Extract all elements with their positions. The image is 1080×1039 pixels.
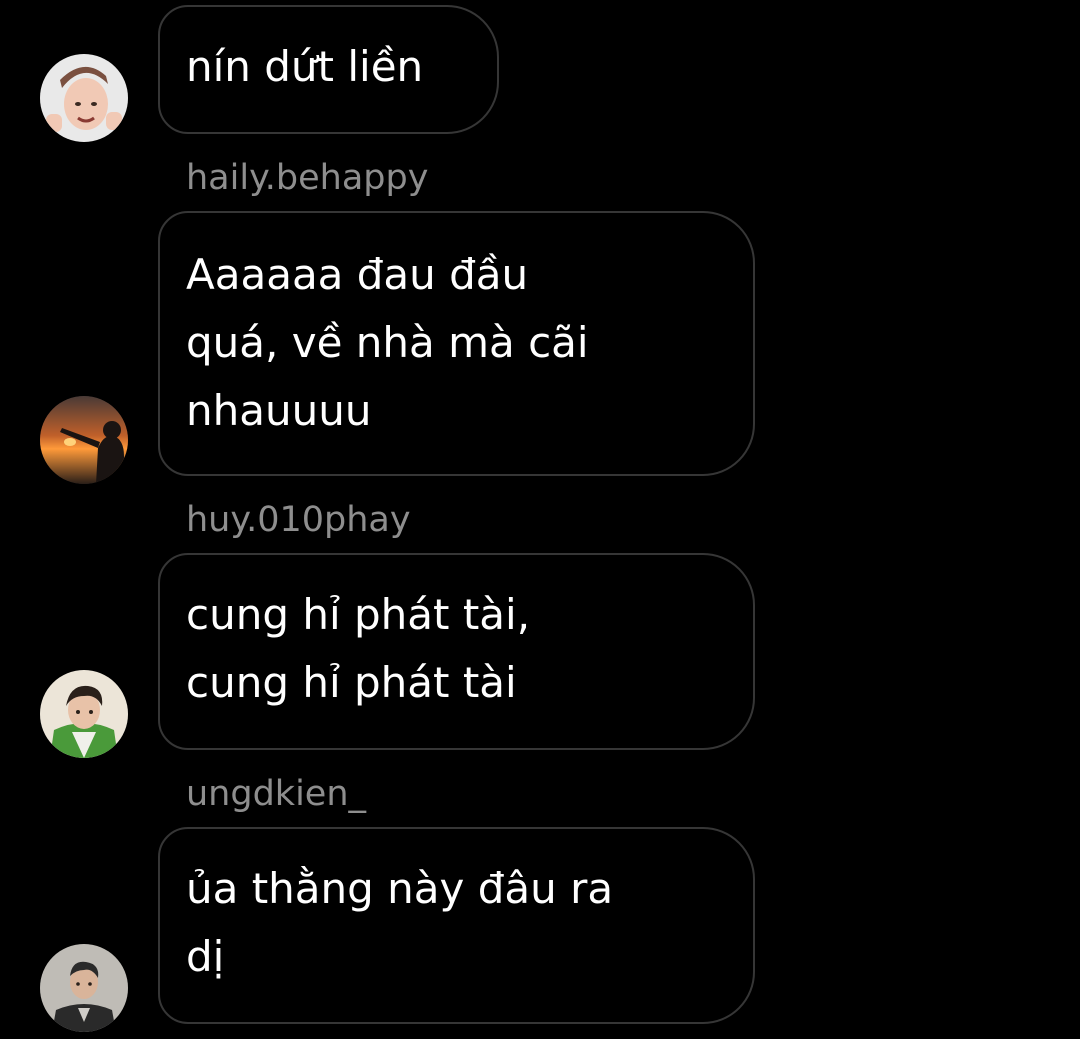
message-text: nín dứt liền (186, 42, 424, 91)
message-text: ủa thằng này đâu ra dị (186, 864, 614, 981)
avatar[interactable] (40, 396, 128, 484)
avatar[interactable] (40, 54, 128, 142)
message-bubble[interactable]: nín dứt liền (158, 5, 499, 134)
message-bubble[interactable]: ủa thằng này đâu ra dị (158, 827, 755, 1024)
user-avatar-icon (40, 54, 128, 142)
avatar[interactable] (40, 670, 128, 758)
message-text: cung hỉ phát tài, cung hỉ phát tài (186, 590, 531, 707)
user-avatar-icon (40, 944, 128, 1032)
user-avatar-icon (40, 396, 128, 484)
message-bubble[interactable]: cung hỉ phát tài, cung hỉ phát tài (158, 553, 755, 750)
avatar[interactable] (40, 944, 128, 1032)
username[interactable]: haily.behappy (186, 156, 428, 200)
message-bubble[interactable]: Aaaaaa đau đầu quá, về nhà mà cãi nhauuu… (158, 211, 755, 476)
username[interactable]: huy.010phay (186, 498, 411, 542)
username[interactable]: ungdkien_ (186, 772, 366, 816)
message-text: Aaaaaa đau đầu quá, về nhà mà cãi nhauuu… (186, 250, 589, 435)
user-avatar-icon (40, 670, 128, 758)
